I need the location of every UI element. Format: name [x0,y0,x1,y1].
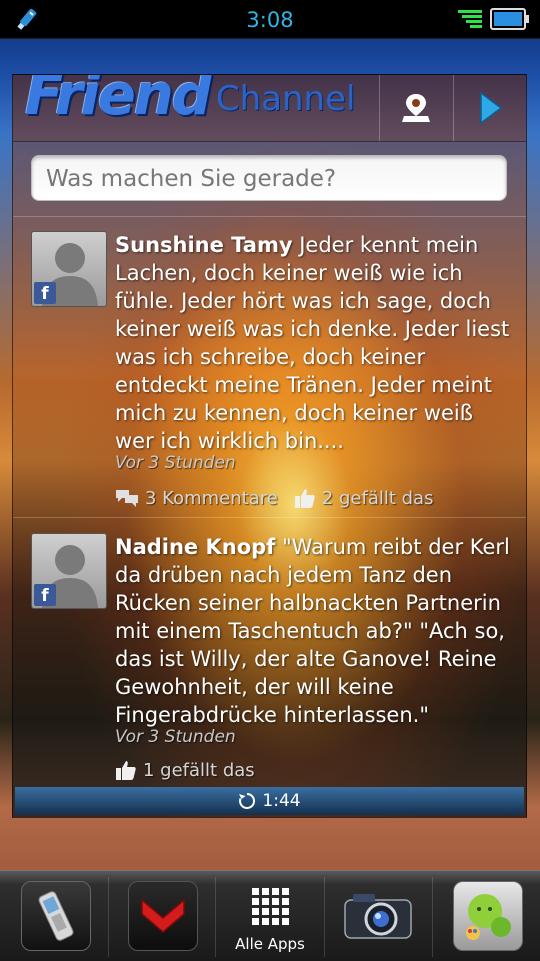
comments-count: 3 Kommentare [145,487,278,509]
refresh-timer: 1:44 [262,791,301,811]
divider [13,517,526,518]
post-actions: 1 gefällt das [115,757,271,783]
next-arrow-icon [480,91,503,125]
like-button[interactable]: 1 gefällt das [115,759,255,781]
dock-separator [324,877,325,957]
all-apps-label: Alle Apps [235,935,305,953]
next-button[interactable] [453,75,526,141]
dock-item-phone[interactable] [10,871,102,961]
comment-icon [116,490,138,507]
red-app-icon [128,881,198,951]
location-button[interactable] [379,75,452,141]
post-author[interactable]: Nadine Knopf [115,535,275,559]
signal-icon [458,10,482,28]
avatar[interactable]: f [31,533,107,609]
facebook-icon: f [34,584,56,606]
phone-app-icon [21,881,91,951]
likes-count: 1 gefällt das [143,759,255,781]
post-body: "Warum reibt der Kerl da drüben nach jed… [115,535,510,727]
camera-app-icon [344,894,412,939]
comments-button[interactable]: 3 Kommentare [115,488,278,509]
thumbs-up-icon [116,761,136,780]
thumbs-up-icon [294,489,315,508]
post-text: Nadine Knopf "Warum reibt der Kerl da dr… [115,533,515,729]
logo-channel-text: Channel [215,79,356,119]
dock-item-chat[interactable] [440,871,536,961]
friendchannel-widget: FriendChannel Was machen Sie gerade? f [12,74,527,818]
divider [13,216,526,217]
location-pin-icon [402,94,430,122]
like-button[interactable]: 2 gefällt das [294,487,434,509]
post-body: Jeder kennt mein Lachen, doch keiner wei… [115,233,510,453]
chat-app-icon [453,881,523,951]
app-dock: Alle Apps [0,870,540,961]
refresh-bar[interactable]: 1:44 [15,787,524,815]
widget-header: Friend Channel [13,75,526,142]
post-time: Vor 3 Stunden [115,727,236,747]
all-apps-grid-icon [252,888,289,925]
post-actions: 3 Kommentare 2 gefällt das [115,485,449,511]
avatar[interactable]: f [31,231,107,307]
dock-separator [108,877,109,957]
dock-separator [432,877,433,957]
post-author[interactable]: Sunshine Tamy [115,233,293,257]
status-input[interactable]: Was machen Sie gerade? [31,155,507,201]
post-text: Sunshine Tamy Jeder kennt mein Lachen, d… [115,231,515,455]
likes-count: 2 gefällt das [321,487,434,509]
refresh-icon [239,792,256,809]
post-time: Vor 3 Stunden [115,453,236,473]
facebook-icon: f [34,282,56,304]
logo-friend-text: Friend [25,74,212,128]
dock-item-all-apps[interactable]: Alle Apps [216,871,324,961]
dock-item-red-app[interactable] [116,871,210,961]
post-item[interactable]: f Sunshine Tamy Jeder kennt mein Lachen,… [13,231,526,511]
status-bar: 3:08 [0,0,540,39]
post-item[interactable]: f Nadine Knopf "Warum reibt der Kerl da … [13,533,526,783]
friendchannel-logo[interactable]: Friend Channel [25,75,356,128]
dock-item-camera[interactable] [330,871,426,961]
battery-icon [490,8,529,30]
